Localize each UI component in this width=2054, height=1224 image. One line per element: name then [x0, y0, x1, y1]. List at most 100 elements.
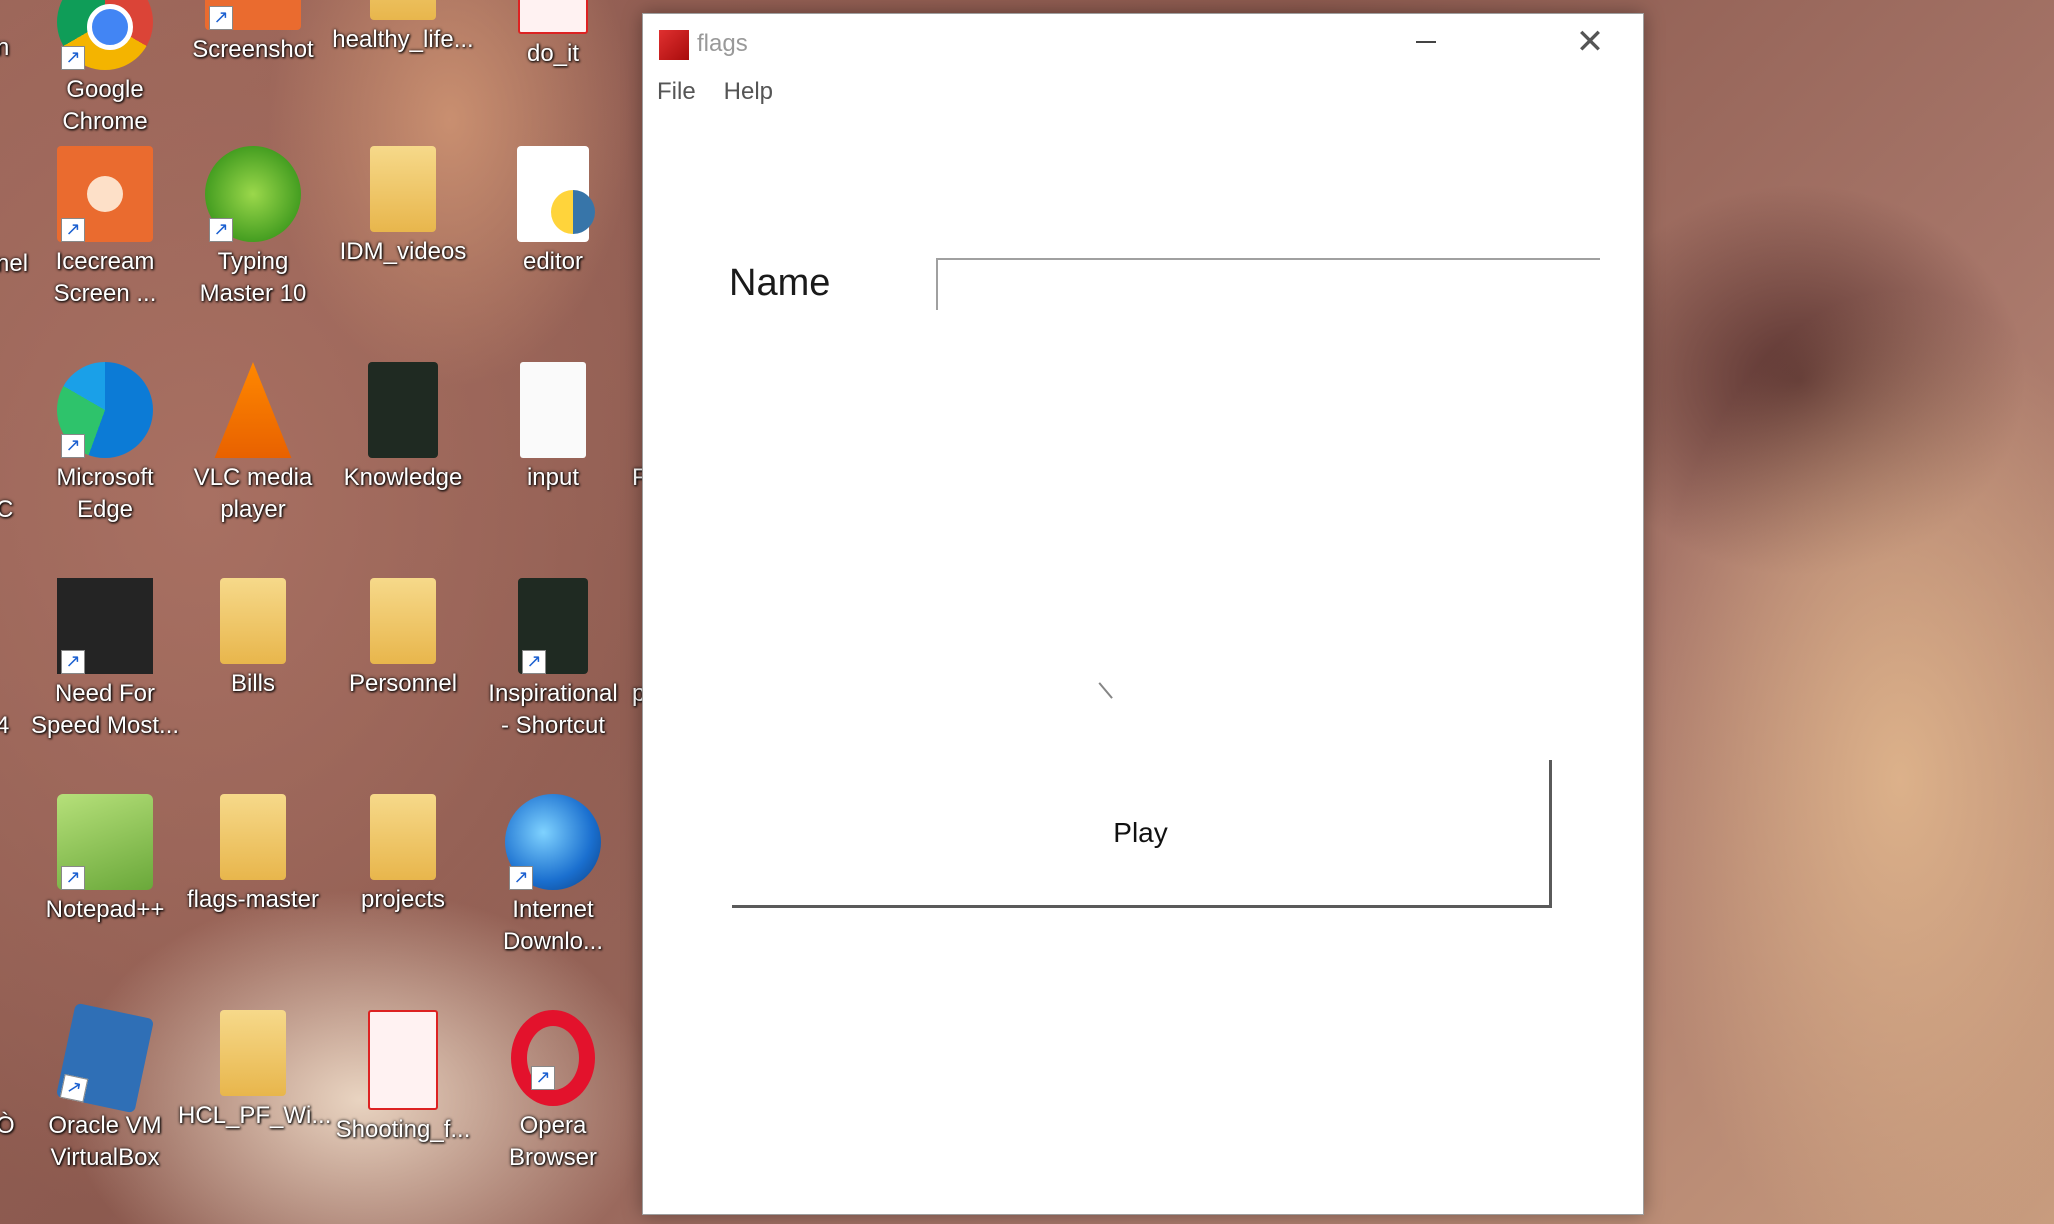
- python-file-icon: [517, 146, 595, 242]
- shortcut-arrow-icon: ↗: [522, 650, 546, 674]
- minimize-button[interactable]: [1381, 14, 1471, 70]
- desktop-icon-label: Personnel: [348, 670, 458, 697]
- name-label: Name: [729, 262, 831, 304]
- shortcut-arrow-icon: ↗: [61, 218, 85, 242]
- desktop-icon-icecream[interactable]: ↗ Icecream Screen ...: [30, 146, 180, 310]
- desktop-icon-do-it[interactable]: do_it: [478, 0, 628, 70]
- clipped-label: 4: [0, 712, 10, 739]
- desktop-icon-editor[interactable]: editor: [478, 146, 628, 278]
- opera-icon: ↗: [511, 1010, 595, 1106]
- folder-icon: [220, 1010, 286, 1096]
- folder-icon: [370, 0, 436, 20]
- shortcut-arrow-icon: ↗: [531, 1066, 555, 1090]
- folder-icon: ↗: [205, 0, 301, 30]
- folder-icon: [370, 146, 436, 232]
- nfs-icon: ↗: [57, 578, 153, 674]
- desktop-icon-label: Icecream Screen ...: [53, 248, 157, 307]
- desktop-icon-typing-master[interactable]: ↗ Typing Master 10: [178, 146, 328, 310]
- desktop-icon-shooting[interactable]: Shooting_f...: [328, 1010, 478, 1146]
- clipped-label: C: [0, 496, 14, 523]
- edge-icon: ↗: [57, 362, 153, 458]
- desktop-icon-screenshot[interactable]: ↗ Screenshot: [178, 0, 328, 66]
- desktop-icon-label: Typing Master 10: [199, 248, 307, 307]
- folder-shortcut-icon: ↗: [518, 578, 588, 674]
- desktop-icon-label: editor: [522, 248, 584, 275]
- menu-bar: File Help: [657, 78, 773, 106]
- idm-icon: ↗: [505, 794, 601, 890]
- virtualbox-icon: ↗: [55, 1002, 155, 1114]
- desktop-icon-notepadpp[interactable]: ↗ Notepad++: [30, 794, 180, 926]
- desktop-icon-label: Screenshot: [192, 36, 314, 63]
- chrome-icon: ↗: [57, 0, 153, 70]
- app-icon: [659, 30, 689, 60]
- desktop-icon-label: Shooting_f...: [335, 1116, 471, 1143]
- vlc-icon: [214, 362, 292, 458]
- desktop-icon-personnel[interactable]: Personnel: [328, 578, 478, 700]
- folder-icon: [368, 362, 438, 458]
- desktop-icon-label: input: [526, 464, 580, 491]
- folder-icon: [220, 578, 286, 664]
- folder-icon: [220, 794, 286, 880]
- desktop-icon-healthy-life[interactable]: healthy_life...: [328, 0, 478, 56]
- desktop-icon-idm-videos[interactable]: IDM_videos: [328, 146, 478, 268]
- folder-icon: [368, 1010, 438, 1110]
- icecream-icon: ↗: [57, 146, 153, 242]
- desktop-icon-label: Need For Speed Most...: [30, 680, 180, 739]
- desktop-icon-label: Notepad++: [45, 896, 165, 923]
- desktop-icon-label: healthy_life...: [332, 26, 474, 53]
- menu-help[interactable]: Help: [724, 78, 773, 106]
- desktop-icon-google-chrome[interactable]: ↗ Google Chrome: [30, 0, 180, 138]
- shortcut-arrow-icon: ↗: [509, 866, 533, 890]
- close-button[interactable]: ✕: [1545, 14, 1635, 70]
- desktop-icon-flags-master[interactable]: flags-master: [178, 794, 328, 916]
- desktop-icon-inspirational[interactable]: ↗ Inspirational - Shortcut: [478, 578, 628, 742]
- desktop-icon-virtualbox[interactable]: ↗ Oracle VM VirtualBox: [30, 1002, 180, 1174]
- desktop-icon-label: projects: [360, 886, 446, 913]
- shortcut-arrow-icon: ↗: [61, 434, 85, 458]
- shortcut-arrow-icon: ↗: [61, 46, 85, 70]
- title-bar[interactable]: flags ✕: [643, 14, 1643, 74]
- desktop-icon-label: Opera Browser: [508, 1112, 598, 1171]
- clipped-label: n: [0, 34, 10, 61]
- shortcut-arrow-icon: ↗: [59, 1073, 89, 1103]
- desktop-icon-bills[interactable]: Bills: [178, 578, 328, 700]
- notepadpp-icon: ↗: [57, 794, 153, 890]
- desktop-icon-label: Inspirational - Shortcut: [488, 680, 618, 739]
- desktop-icon-label: Bills: [230, 670, 275, 697]
- desktop-icon-label: Microsoft Edge: [56, 464, 154, 523]
- desktop-icon-label: HCL_PF_Wi...: [178, 1102, 332, 1129]
- window-title: flags: [697, 30, 748, 57]
- desktop-icon-label: Internet Downlo...: [502, 896, 604, 955]
- desktop-icon-knowledge[interactable]: Knowledge: [328, 362, 478, 494]
- text-file-icon: [520, 362, 586, 458]
- menu-file[interactable]: File: [657, 78, 696, 106]
- desktop-icon-label: do_it: [526, 40, 580, 67]
- shortcut-arrow-icon: ↗: [209, 218, 233, 242]
- desktop-icon-microsoft-edge[interactable]: ↗ Microsoft Edge: [30, 362, 180, 526]
- desktop-icon-label: Oracle VM VirtualBox: [48, 1112, 162, 1171]
- desktop-icon-label: flags-master: [186, 886, 320, 913]
- shortcut-arrow-icon: ↗: [61, 650, 85, 674]
- shortcut-arrow-icon: ↗: [61, 866, 85, 890]
- desktop-icon-need-for-speed[interactable]: ↗ Need For Speed Most...: [30, 578, 180, 742]
- desktop-icon-vlc[interactable]: VLC media player: [178, 362, 328, 526]
- clipped-label: nel: [0, 250, 29, 277]
- desktop-icon-label: VLC media player: [193, 464, 313, 523]
- desktop-icon-label: Google Chrome: [62, 76, 148, 135]
- play-button[interactable]: Play: [732, 760, 1552, 908]
- folder-icon: [370, 578, 436, 664]
- desktop-icon-label: IDM_videos: [339, 238, 467, 265]
- shortcut-arrow-icon: ↗: [209, 6, 233, 30]
- desktop-icon-hcl-pf[interactable]: HCL_PF_Wi...: [178, 1010, 332, 1132]
- pdf-icon: [518, 0, 588, 34]
- folder-icon: [370, 794, 436, 880]
- name-input[interactable]: [936, 258, 1600, 310]
- desktop-icon-internet-download-manager[interactable]: ↗ Internet Downlo...: [478, 794, 628, 958]
- desktop-icon-opera[interactable]: ↗ Opera Browser: [478, 1010, 628, 1174]
- typing-master-icon: ↗: [205, 146, 301, 242]
- desktop-icon-projects[interactable]: projects: [328, 794, 478, 916]
- clipped-label: Ò: [0, 1112, 15, 1139]
- flags-window[interactable]: flags ✕ File Help Name Play: [642, 13, 1644, 1215]
- desktop-icon-input[interactable]: input: [478, 362, 628, 494]
- desktop-icon-label: Knowledge: [343, 464, 463, 491]
